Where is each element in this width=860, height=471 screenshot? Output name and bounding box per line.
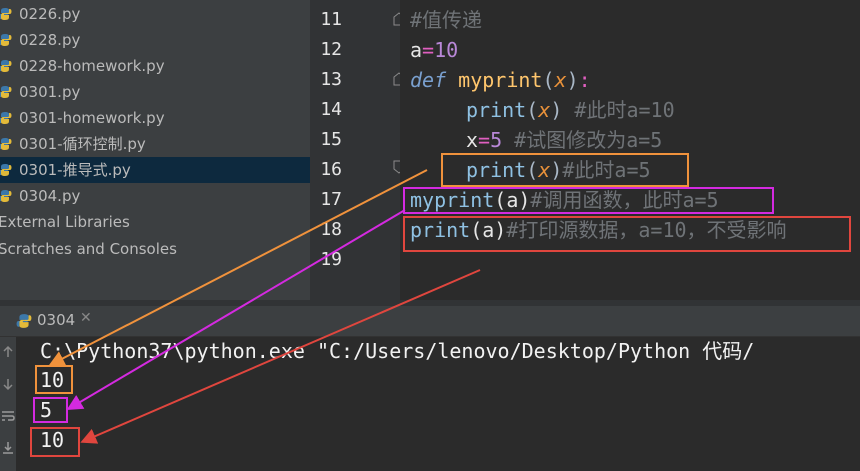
line-number: 15 — [320, 129, 342, 150]
line-number: 18 — [320, 219, 342, 240]
line-number: 14 — [320, 99, 342, 120]
project-file-item[interactable]: 0301.py — [0, 79, 310, 105]
python-file-icon — [0, 190, 12, 202]
code-line-13: def myprint(x): — [410, 65, 591, 95]
variable: a — [410, 38, 423, 62]
python-file-icon — [0, 8, 12, 20]
number: 5 — [490, 128, 503, 152]
line-number: 12 — [320, 39, 342, 60]
keyword: def — [410, 68, 447, 92]
project-file-item[interactable]: 0304.py — [0, 183, 310, 209]
project-file-item-selected[interactable]: 0301-推导式.py — [0, 157, 310, 183]
code-line-14: print(x) #此时a=10 — [466, 95, 675, 125]
project-tree-panel: 0226.py 0228.py 0228-homework.py 0301.py… — [0, 0, 310, 300]
external-libraries-node[interactable]: External Libraries — [0, 209, 130, 235]
scratches-and-consoles-node[interactable]: Scratches and Consoles — [0, 236, 177, 262]
line-number: 17 — [320, 189, 342, 210]
python-file-icon — [0, 112, 12, 124]
run-toolbar — [0, 337, 16, 471]
run-tab-label: 0304 — [37, 311, 76, 329]
run-tab[interactable]: 0304 ✕ — [0, 306, 95, 336]
scroll-to-end-icon[interactable] — [1, 441, 15, 455]
scroll-down-icon[interactable] — [1, 377, 15, 391]
python-file-icon — [0, 60, 12, 72]
python-file-icon — [0, 34, 12, 46]
function-name: myprint — [458, 68, 543, 92]
project-file-item[interactable]: 0301-循环控制.py — [0, 131, 310, 157]
parameter: x — [554, 68, 567, 92]
highlight-box-magenta — [403, 187, 774, 214]
code-line-12: a=10 — [410, 35, 458, 65]
line-number: 16 — [320, 159, 342, 180]
highlight-box-red — [403, 216, 851, 252]
python-file-icon — [0, 164, 12, 176]
project-file-name: 0304.py — [19, 187, 81, 205]
argument: x — [538, 98, 551, 122]
python-run-icon — [16, 314, 32, 328]
comment: #此时a=10 — [562, 98, 675, 122]
scroll-up-icon[interactable] — [1, 345, 15, 359]
colon: : — [578, 68, 591, 92]
run-tab-bar: 0304 ✕ — [0, 306, 860, 337]
project-file-name: 0226.py — [19, 5, 81, 23]
line-number: 19 — [320, 249, 342, 270]
operator: = — [422, 38, 435, 62]
operator: = — [478, 128, 491, 152]
project-file-item[interactable]: 0226.py — [0, 1, 310, 27]
paren: ( — [542, 68, 555, 92]
paren: ( — [526, 98, 539, 122]
project-file-name: 0301.py — [19, 83, 81, 101]
project-file-name: 0228-homework.py — [19, 57, 165, 75]
variable: x — [466, 128, 479, 152]
close-icon[interactable]: ✕ — [80, 310, 92, 326]
project-file-name: 0301-homework.py — [19, 109, 165, 127]
highlight-box-magenta-output — [33, 397, 68, 423]
soft-wrap-icon[interactable] — [1, 409, 15, 423]
project-file-item[interactable]: 0228-homework.py — [0, 53, 310, 79]
line-number: 13 — [320, 69, 342, 90]
python-file-icon — [0, 138, 12, 150]
builtin: print — [466, 98, 527, 122]
comment: #试图修改为a=5 — [502, 128, 663, 152]
line-number: 11 — [320, 9, 342, 30]
highlight-box-red-output — [30, 427, 80, 457]
highlight-box-orange-output — [35, 365, 73, 394]
paren: ) — [550, 98, 563, 122]
project-file-item[interactable]: 0228.py — [0, 27, 310, 53]
project-file-item[interactable]: 0301-homework.py — [0, 105, 310, 131]
paren: ) — [566, 68, 579, 92]
project-file-name: 0301-循环控制.py — [19, 135, 146, 153]
python-file-icon — [0, 86, 12, 98]
console-command-line: C:\Python37\python.exe "C:/Users/lenovo/… — [40, 339, 755, 363]
project-file-name: 0301-推导式.py — [19, 161, 131, 179]
project-file-name: 0228.py — [19, 31, 81, 49]
code-line-11: #值传递 — [410, 5, 482, 35]
comment: #值传递 — [410, 8, 483, 32]
highlight-box-orange — [441, 153, 689, 187]
code-line-15: x=5 #试图修改为a=5 — [466, 125, 662, 155]
number: 10 — [434, 38, 459, 62]
